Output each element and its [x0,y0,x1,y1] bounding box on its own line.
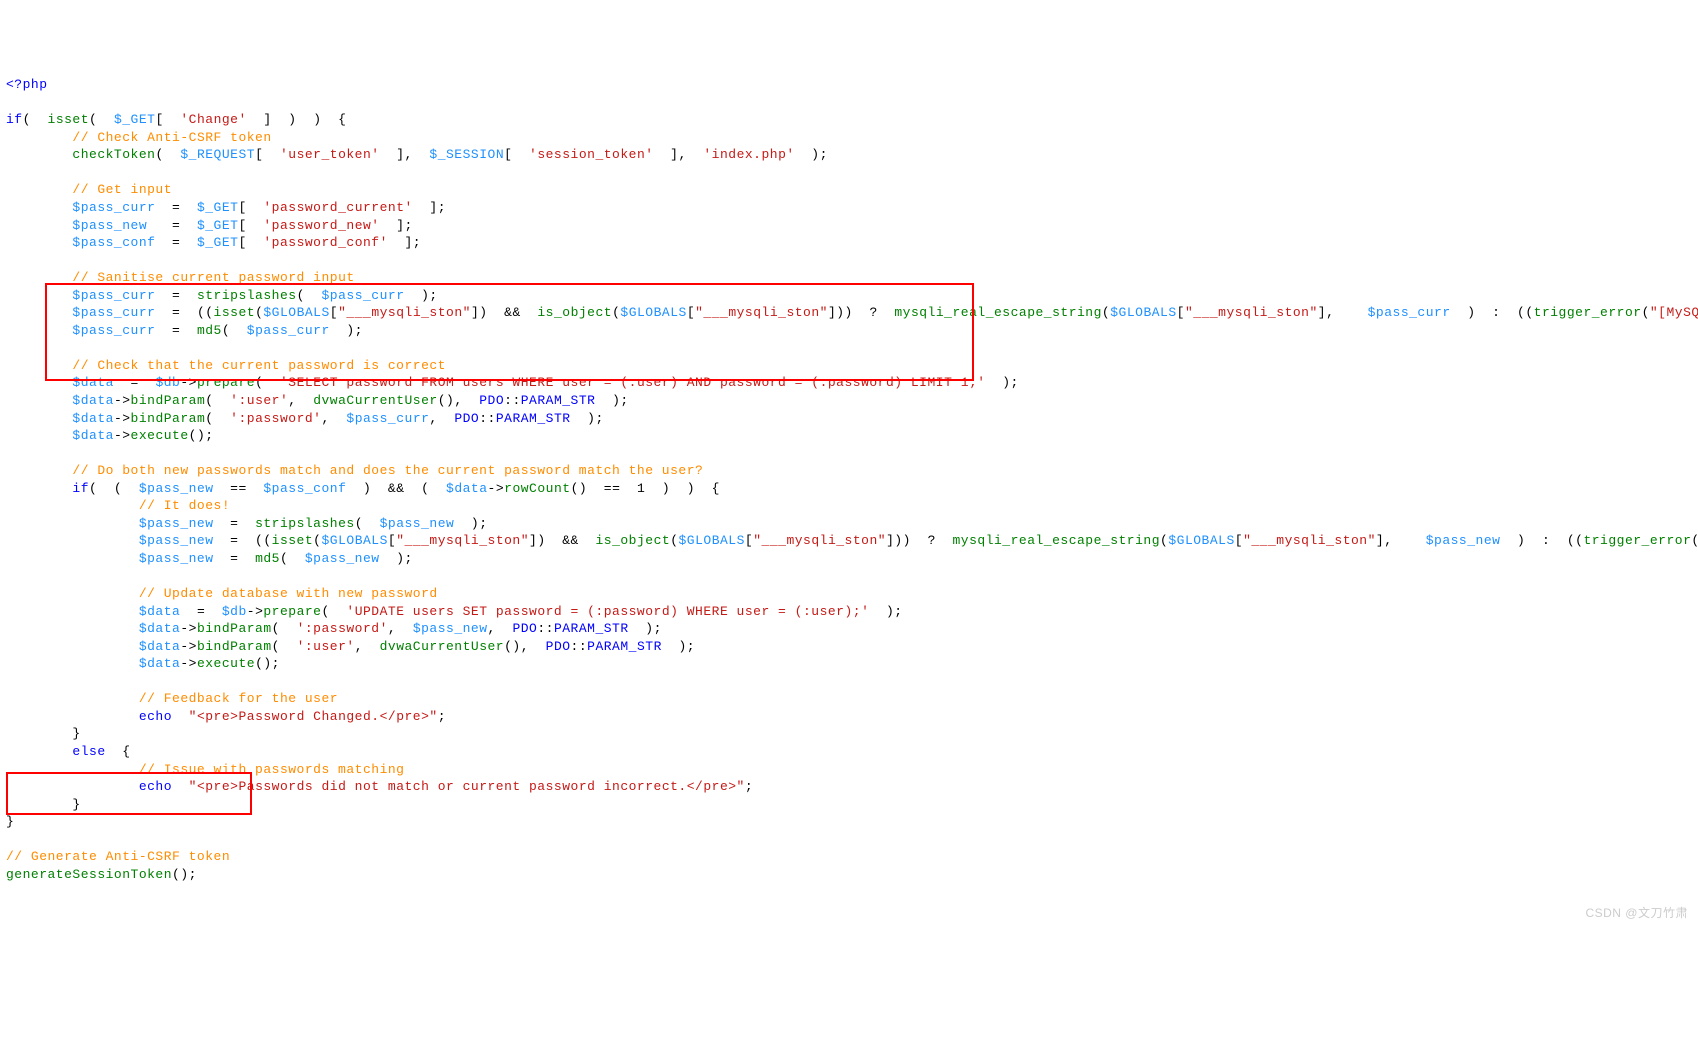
kw-echo: echo [139,709,172,724]
php-open: <?php [6,77,48,92]
comment-update: // Update database with new password [139,586,438,601]
fn-isset: isset [48,112,90,127]
str-usertok: 'user_token' [280,147,380,162]
var-passconf: $pass_conf [72,235,155,250]
fn-stripslashes: stripslashes [197,288,297,303]
str-select: 'SELECT password FROM users WHERE user =… [280,375,986,390]
str-update: 'UPDATE users SET password = (:password)… [346,604,869,619]
comment-issue: // Issue with passwords matching [139,762,405,777]
str-pwnew: 'password_new' [263,218,379,233]
comment-feedback: // Feedback for the user [139,691,338,706]
var-request: $_REQUEST [180,147,255,162]
comment-csrf-check: // Check Anti-CSRF token [72,130,271,145]
var-get: $_GET [114,112,156,127]
str-pwcurr: 'password_current' [263,200,412,215]
str-change: 'Change' [180,112,246,127]
str-converter-msg: "[MySQLConverterToo] Fix the mysql_escap… [1650,305,1698,320]
str-index: 'index.php' [703,147,794,162]
str-changed: "<pre>Password Changed.</pre>" [189,709,438,724]
kw-else: else [72,744,105,759]
comment-match: // Do both new passwords match and does … [72,463,703,478]
var-session: $_SESSION [429,147,504,162]
comment-generate: // Generate Anti-CSRF token [6,849,230,864]
comment-checkcurrent: // Check that the current password is co… [72,358,446,373]
fn-md5: md5 [197,323,222,338]
fn-gentoken: generateSessionToken [6,867,172,882]
comment-sanitise: // Sanitise current password input [72,270,354,285]
str-pwconf: 'password_conf' [263,235,388,250]
var-data: $data [72,375,114,390]
var-passcurr: $pass_curr [72,200,155,215]
fn-checktoken: checkToken [72,147,155,162]
str-nomatch: "<pre>Passwords did not match or current… [189,779,745,794]
watermark: CSDN @文刀竹肃 [1585,905,1688,921]
str-sessiontok: 'session_token' [529,147,654,162]
var-passnew: $pass_new [72,218,147,233]
comment-itdoes: // It does! [139,498,230,513]
comment-getinput: // Get input [72,182,172,197]
code-block: <?php if( isset( $_GET[ 'Change' ] ) ) {… [6,76,1692,883]
kw-if: if [6,112,23,127]
